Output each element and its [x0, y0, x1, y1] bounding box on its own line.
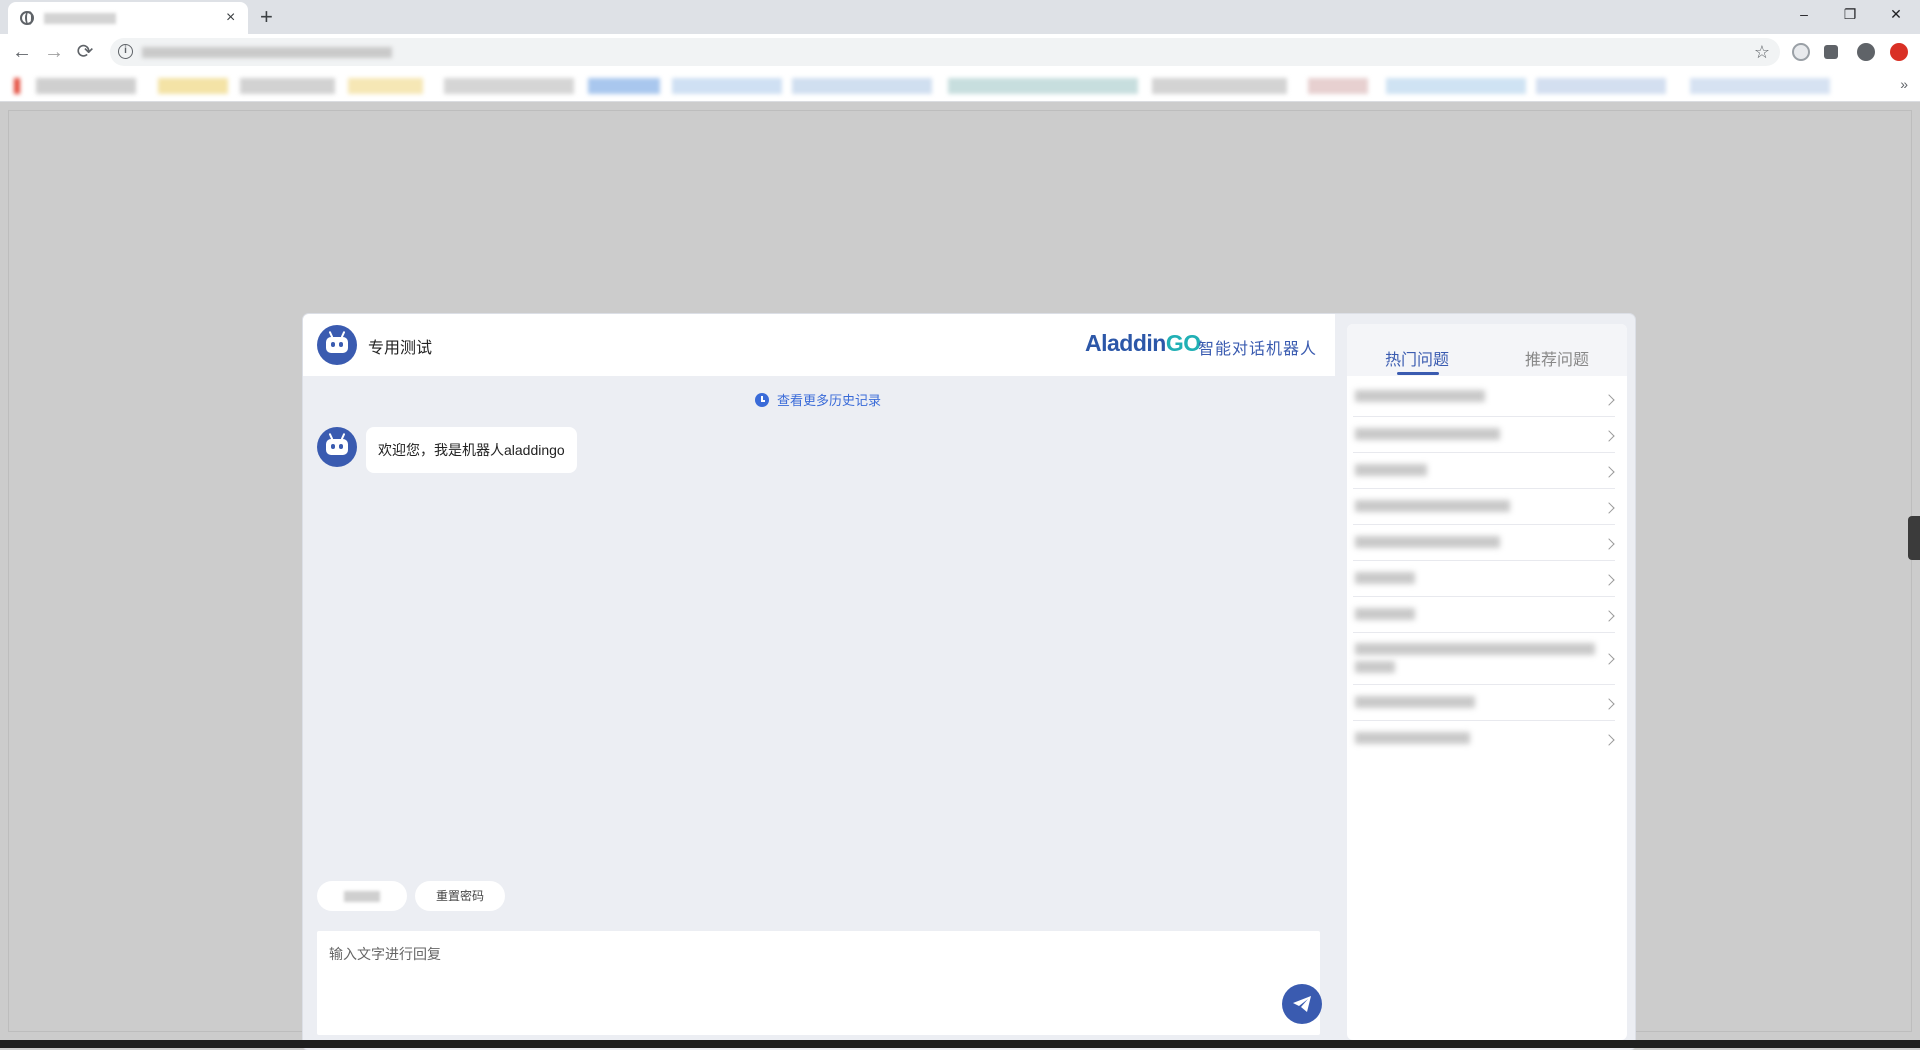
faq-item[interactable]	[1353, 721, 1615, 757]
chevron-right-icon	[1603, 734, 1615, 746]
faq-item-text-redacted	[1355, 390, 1485, 402]
robot-icon	[326, 337, 348, 353]
bookmark-item[interactable]	[36, 78, 136, 94]
message-bot-avatar	[317, 427, 357, 467]
faq-item-text-redacted	[1355, 732, 1470, 744]
chat-title: 专用测试	[368, 340, 433, 357]
address-bar[interactable]: i ☆	[110, 38, 1780, 66]
window-restore-button[interactable]: ❐	[1838, 4, 1862, 24]
page-viewport: 专用测试 AladdinGO 智能对话机器人 查看更多历史记录 欢迎您，我是机器…	[8, 110, 1912, 1050]
bookmark-item[interactable]	[948, 78, 1138, 94]
faq-item[interactable]	[1353, 453, 1615, 489]
faq-item-text-redacted	[1355, 661, 1395, 673]
bookmark-item[interactable]	[158, 78, 228, 94]
bookmark-item[interactable]	[240, 78, 335, 94]
window-close-button[interactable]: ✕	[1884, 4, 1908, 24]
chevron-right-icon	[1603, 538, 1615, 550]
robot-icon	[326, 439, 348, 455]
apps-icon[interactable]	[14, 78, 20, 94]
faq-item-text-redacted	[1355, 572, 1415, 584]
new-tab-button[interactable]: +	[260, 4, 273, 30]
brand-logo: AladdinGO	[1085, 330, 1201, 356]
bot-avatar	[317, 325, 357, 365]
bookmark-item[interactable]	[1690, 78, 1830, 94]
faq-item[interactable]	[1353, 685, 1615, 721]
bot-message-bubble: 欢迎您，我是机器人aladdingo	[366, 427, 577, 473]
browser-tabstrip: × + – ❐ ✕	[0, 0, 1920, 34]
active-tab-indicator	[1397, 372, 1439, 375]
bookmark-item[interactable]	[348, 78, 423, 94]
browser-toolbar: ← → ⟳ i ☆	[0, 34, 1920, 70]
chat-widget: 专用测试 AladdinGO 智能对话机器人 查看更多历史记录 欢迎您，我是机器…	[303, 314, 1635, 1050]
tab-title-redacted	[44, 13, 116, 24]
os-taskbar	[0, 1040, 1920, 1048]
chevron-right-icon	[1603, 394, 1615, 406]
update-alert-icon[interactable]	[1890, 43, 1908, 61]
bookmark-star-icon[interactable]: ☆	[1754, 41, 1770, 63]
floating-side-handle[interactable]	[1908, 516, 1920, 560]
faq-item-text-redacted	[1355, 608, 1415, 620]
extension-v-icon[interactable]	[1792, 43, 1810, 61]
site-info-icon[interactable]: i	[118, 44, 133, 59]
bookmark-item[interactable]	[672, 78, 782, 94]
faq-item[interactable]	[1353, 380, 1615, 417]
faq-item[interactable]	[1353, 525, 1615, 561]
window-minimize-button[interactable]: –	[1792, 4, 1816, 24]
message-input-area	[317, 931, 1322, 1035]
tab-close-button[interactable]: ×	[226, 8, 235, 28]
faq-item-text-redacted	[1355, 464, 1427, 476]
chevron-right-icon	[1603, 610, 1615, 622]
clock-icon	[755, 392, 769, 407]
reset-password-button[interactable]: 重置密码	[415, 881, 505, 911]
view-history-label: 查看更多历史记录	[777, 393, 882, 408]
tab-hot-questions[interactable]: 热门问题	[1385, 346, 1449, 370]
chevron-right-icon	[1603, 502, 1615, 514]
view-history-link[interactable]: 查看更多历史记录	[755, 390, 881, 409]
faq-item-text-redacted	[1355, 428, 1500, 440]
send-button[interactable]	[1282, 984, 1322, 1024]
quick-reply-label-redacted	[344, 891, 380, 903]
bookmark-item[interactable]	[588, 78, 660, 94]
chevron-right-icon	[1603, 653, 1615, 665]
bookmarks-bar: »	[0, 70, 1920, 102]
faq-item[interactable]	[1353, 417, 1615, 453]
chevron-right-icon	[1603, 698, 1615, 710]
message-input[interactable]	[317, 931, 1320, 1035]
bookmark-item[interactable]	[792, 78, 932, 94]
extensions-puzzle-icon[interactable]	[1824, 45, 1838, 59]
faq-item-text-redacted	[1355, 500, 1510, 512]
faq-item[interactable]	[1353, 489, 1615, 525]
faq-panel: 热门问题 推荐问题	[1347, 324, 1627, 1040]
chevron-right-icon	[1603, 574, 1615, 586]
browser-tab[interactable]: ×	[8, 2, 248, 34]
forward-button[interactable]: →	[42, 40, 66, 64]
bookmark-item[interactable]	[1536, 78, 1666, 94]
faq-item[interactable]	[1353, 561, 1615, 597]
bookmark-item[interactable]	[444, 78, 574, 94]
bookmark-item[interactable]	[1308, 78, 1368, 94]
profile-avatar-icon[interactable]	[1857, 43, 1875, 61]
url-redacted	[142, 47, 392, 58]
tab-recommended-questions[interactable]: 推荐问题	[1525, 346, 1589, 370]
quick-reply-button[interactable]	[317, 881, 407, 911]
globe-icon	[20, 11, 34, 25]
paper-plane-icon	[1293, 996, 1311, 1012]
reload-button[interactable]: ⟳	[73, 40, 97, 64]
bookmark-item[interactable]	[1386, 78, 1526, 94]
faq-item[interactable]	[1353, 633, 1615, 685]
bookmark-item[interactable]	[1152, 78, 1287, 94]
brand-subtitle: 智能对话机器人	[1198, 341, 1318, 358]
faq-item[interactable]	[1353, 597, 1615, 633]
chevron-right-icon	[1603, 430, 1615, 442]
bookmarks-overflow-button[interactable]: »	[1900, 76, 1908, 92]
chevron-right-icon	[1603, 466, 1615, 478]
faq-tabs: 热门问题 推荐问题	[1347, 324, 1627, 376]
faq-item-text-redacted	[1355, 696, 1475, 708]
faq-item-text-redacted	[1355, 643, 1595, 655]
faq-item-text-redacted	[1355, 536, 1500, 548]
chat-header: 专用测试 AladdinGO 智能对话机器人	[303, 314, 1335, 376]
back-button[interactable]: ←	[10, 40, 34, 64]
